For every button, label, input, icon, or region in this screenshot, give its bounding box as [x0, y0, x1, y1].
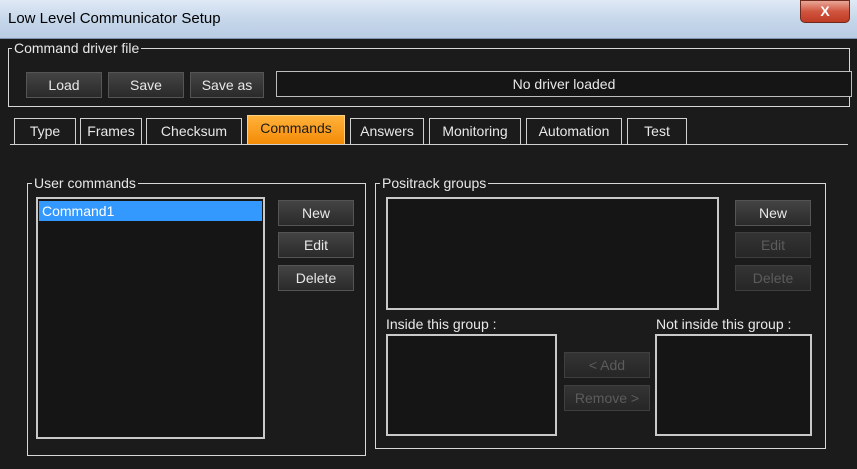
list-item-command1[interactable]: Command1 — [39, 201, 262, 221]
setup-window: Low Level Communicator Setup X Command d… — [0, 0, 857, 469]
tab-frames[interactable]: Frames — [80, 118, 142, 144]
user-command-edit-button[interactable]: Edit — [278, 232, 354, 258]
driver-status-field: No driver loaded — [276, 71, 852, 97]
positrack-delete-button[interactable]: Delete — [735, 265, 811, 291]
user-command-delete-button[interactable]: Delete — [278, 265, 354, 291]
user-commands-frame-label: User commands — [32, 175, 138, 191]
positrack-groups-list[interactable] — [386, 197, 719, 310]
save-button[interactable]: Save — [108, 72, 184, 98]
positrack-groups-frame-label: Positrack groups — [380, 175, 489, 191]
window-title: Low Level Communicator Setup — [8, 10, 221, 27]
inside-group-label: Inside this group : — [386, 316, 497, 332]
not-inside-group-list[interactable] — [655, 334, 812, 436]
tab-checksum[interactable]: Checksum — [146, 118, 242, 144]
not-inside-group-label: Not inside this group : — [656, 316, 792, 332]
load-button[interactable]: Load — [26, 72, 102, 98]
title-bar[interactable]: Low Level Communicator Setup X — [0, 0, 857, 39]
user-commands-list[interactable]: Command1 — [36, 197, 265, 439]
tab-test[interactable]: Test — [627, 118, 687, 144]
close-button[interactable]: X — [800, 0, 850, 23]
tab-divider — [10, 144, 848, 145]
save-as-button[interactable]: Save as — [190, 72, 264, 98]
inside-group-list[interactable] — [386, 334, 557, 436]
remove-from-group-button[interactable]: Remove > — [564, 385, 650, 411]
tab-monitoring[interactable]: Monitoring — [429, 118, 521, 144]
driver-file-frame-label: Command driver file — [12, 40, 142, 56]
positrack-edit-button[interactable]: Edit — [735, 232, 811, 258]
tab-answers[interactable]: Answers — [350, 118, 424, 144]
close-icon: X — [820, 3, 830, 19]
tab-type[interactable]: Type — [14, 118, 76, 144]
positrack-new-button[interactable]: New — [735, 200, 811, 226]
add-to-group-button[interactable]: < Add — [564, 352, 650, 378]
tab-automation[interactable]: Automation — [526, 118, 622, 144]
tab-commands[interactable]: Commands — [247, 115, 345, 145]
user-command-new-button[interactable]: New — [278, 200, 354, 226]
